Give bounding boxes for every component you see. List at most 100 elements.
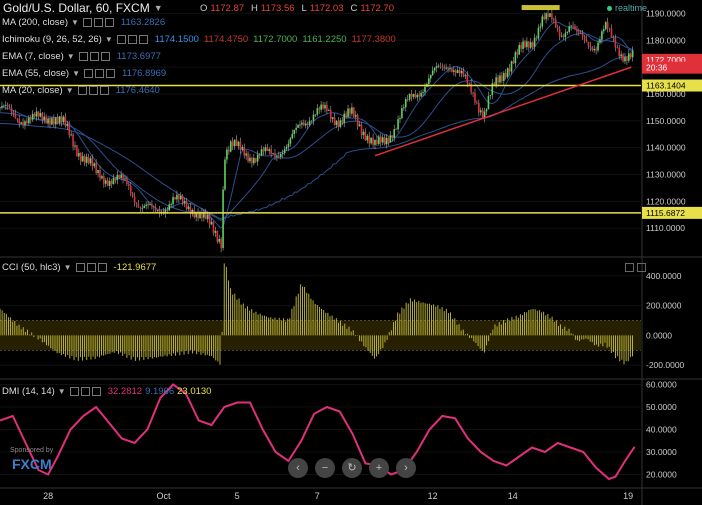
indicator-row[interactable]: EMA (55, close) ▼ 1176.8969 bbox=[2, 68, 166, 79]
settings-icon[interactable] bbox=[93, 18, 103, 27]
indicator-row[interactable]: MA (200, close) ▼ 1163.2826 bbox=[2, 17, 165, 28]
candle-body bbox=[24, 121, 26, 126]
fxcm-logo[interactable]: FXCM bbox=[12, 456, 52, 472]
dmi-tick-label: 60.0000 bbox=[646, 380, 677, 390]
candle-body bbox=[145, 204, 147, 206]
zoom-out-button[interactable]: − bbox=[315, 458, 335, 478]
chevron-down-icon[interactable]: ▼ bbox=[154, 3, 163, 13]
candle-body bbox=[572, 25, 574, 27]
candle-body bbox=[379, 136, 382, 143]
candle-body bbox=[87, 156, 90, 164]
candle-body bbox=[153, 206, 155, 208]
candle-body bbox=[576, 29, 578, 32]
reset-button[interactable]: ↻ bbox=[342, 458, 362, 478]
candle-body bbox=[264, 147, 267, 152]
candle-body bbox=[235, 139, 238, 147]
candle-body bbox=[293, 129, 296, 134]
close-icon[interactable] bbox=[97, 263, 107, 272]
zoom-in-button[interactable]: + bbox=[369, 458, 389, 478]
eye-icon[interactable] bbox=[82, 18, 92, 27]
candle-body bbox=[272, 153, 274, 155]
eye-icon[interactable] bbox=[75, 263, 85, 272]
close-icon[interactable] bbox=[91, 387, 101, 396]
settings-icon[interactable] bbox=[127, 35, 137, 44]
candle-body bbox=[326, 104, 328, 111]
candle-body bbox=[347, 108, 349, 117]
chevron-down-icon[interactable]: ▼ bbox=[58, 387, 66, 396]
chevron-down-icon[interactable]: ▼ bbox=[105, 35, 113, 44]
settings-icon[interactable] bbox=[94, 69, 104, 78]
close-icon[interactable] bbox=[104, 18, 114, 27]
indicator-row[interactable]: MA (20, close) ▼ 1176.4640 bbox=[2, 85, 160, 96]
chevron-down-icon[interactable]: ▼ bbox=[71, 18, 79, 27]
candle-body bbox=[103, 176, 105, 184]
candle-body bbox=[574, 26, 576, 30]
eye-icon[interactable] bbox=[116, 35, 126, 44]
eye-icon[interactable] bbox=[83, 69, 93, 78]
candle-body bbox=[526, 41, 528, 48]
candle-body bbox=[181, 196, 184, 203]
candle-body bbox=[460, 70, 463, 74]
candle-body bbox=[418, 94, 421, 97]
candle-body bbox=[218, 238, 221, 242]
cci-legend[interactable]: CCI (50, hlc3) ▼ -121.9677 bbox=[2, 262, 156, 273]
settings-icon[interactable] bbox=[80, 387, 90, 396]
candle-body bbox=[3, 105, 5, 107]
candle-body bbox=[616, 47, 619, 49]
close-icon[interactable] bbox=[99, 86, 109, 95]
candle-body bbox=[139, 207, 142, 209]
indicator-value: 1176.8969 bbox=[121, 68, 167, 79]
candle-body bbox=[351, 107, 353, 114]
dmi-legend[interactable]: DMI (14, 14) ▼ 32.2812 9.1966 23.0130 bbox=[2, 386, 211, 397]
candle-body bbox=[578, 31, 580, 33]
scroll-left-button[interactable]: ‹ bbox=[288, 458, 308, 478]
eye-icon[interactable] bbox=[78, 52, 88, 61]
indicator-value: 1173.6977 bbox=[116, 51, 161, 62]
settings-icon[interactable] bbox=[86, 263, 96, 272]
pane-controls[interactable] bbox=[622, 263, 646, 274]
candle-body bbox=[570, 25, 572, 27]
scroll-right-button[interactable]: › bbox=[396, 458, 416, 478]
price-label: 1115.6872 bbox=[646, 208, 685, 218]
candle-body bbox=[533, 37, 536, 47]
candle-body bbox=[108, 180, 111, 186]
candle-body bbox=[593, 48, 596, 51]
collapse-icon[interactable] bbox=[637, 263, 646, 272]
price-tick-label: 1130.0000 bbox=[646, 169, 686, 179]
candle-body bbox=[106, 180, 109, 186]
candle-body bbox=[356, 115, 359, 127]
candle-body bbox=[270, 149, 272, 154]
chevron-down-icon[interactable]: ▼ bbox=[66, 86, 74, 95]
candle-body bbox=[120, 174, 122, 178]
candle-body bbox=[631, 50, 634, 58]
candle-body bbox=[591, 47, 594, 51]
candle-body bbox=[126, 178, 128, 185]
candle-body bbox=[385, 137, 388, 145]
chevron-down-icon[interactable]: ▼ bbox=[72, 69, 80, 78]
candle-body bbox=[287, 143, 290, 147]
settings-icon[interactable] bbox=[88, 86, 98, 95]
candle-body bbox=[93, 163, 96, 167]
chevron-down-icon[interactable]: ▼ bbox=[64, 263, 72, 272]
candle-body bbox=[579, 32, 582, 34]
close-icon[interactable] bbox=[138, 35, 148, 44]
indicator-row[interactable]: Ichimoku (9, 26, 52, 26) ▼ 1174.1500 1174.4… bbox=[2, 34, 396, 45]
indicator-row[interactable]: EMA (7, close) ▼ 1173.6977 bbox=[2, 51, 161, 62]
price-tick-label: 1120.0000 bbox=[646, 196, 686, 206]
indicator-label: MA (20, close) bbox=[2, 85, 63, 96]
eye-icon[interactable] bbox=[69, 387, 79, 396]
eye-icon[interactable] bbox=[77, 86, 87, 95]
candle-body bbox=[497, 77, 499, 83]
candle-body bbox=[322, 104, 324, 109]
chevron-down-icon[interactable]: ▼ bbox=[67, 52, 75, 61]
candle-body bbox=[53, 118, 55, 125]
cci-tick-label: 400.0000 bbox=[646, 271, 682, 281]
candle-body bbox=[458, 70, 461, 74]
close-icon[interactable] bbox=[105, 69, 115, 78]
close-icon[interactable] bbox=[100, 52, 110, 61]
candle-body bbox=[337, 121, 340, 128]
symbol-title[interactable]: Gold/U.S. Dollar, 60, FXCM ▼ bbox=[3, 1, 169, 15]
settings-icon[interactable] bbox=[89, 52, 99, 61]
maximize-icon[interactable] bbox=[625, 263, 634, 272]
candle-body bbox=[56, 117, 59, 124]
